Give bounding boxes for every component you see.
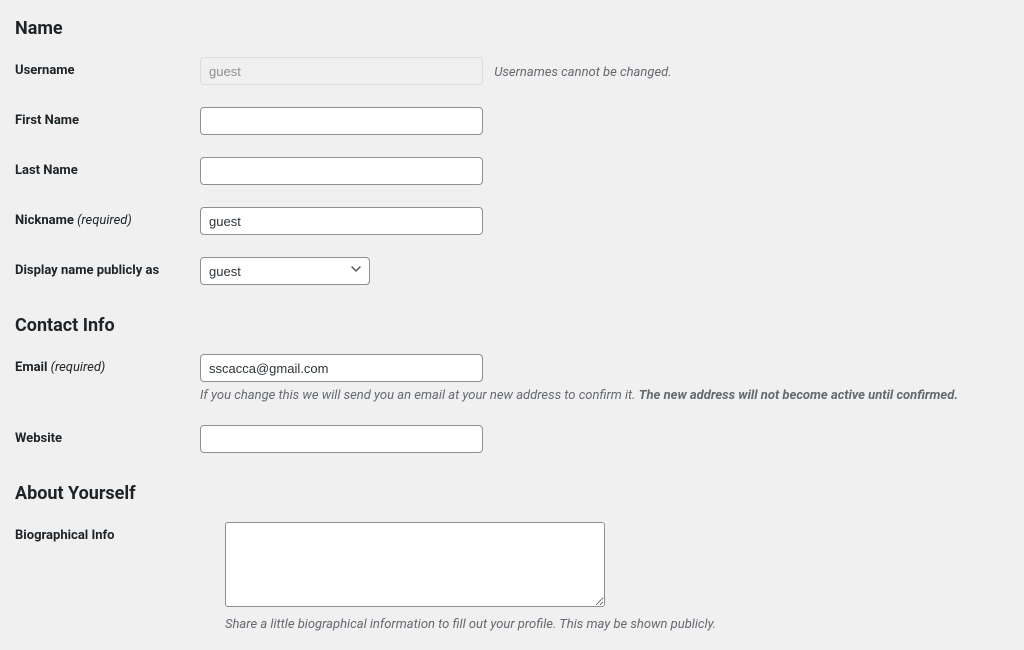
username-input [200, 57, 483, 85]
label-last-name: Last Name [15, 157, 200, 178]
row-last-name: Last Name [15, 157, 1009, 185]
display-name-select[interactable]: guest [200, 257, 370, 285]
label-nickname-text: Nickname [15, 213, 74, 228]
email-input[interactable] [200, 354, 483, 382]
email-note-b: The new address will not become active u… [639, 388, 958, 403]
label-website: Website [15, 425, 200, 446]
label-email-required: (required) [51, 360, 106, 375]
row-email: Email (required) If you change this we w… [15, 354, 1009, 403]
bio-textarea[interactable] [225, 522, 605, 607]
label-nickname: Nickname (required) [15, 207, 200, 228]
last-name-input[interactable] [200, 157, 483, 185]
email-note-a: If you change this we will send you an e… [200, 388, 639, 403]
nickname-input[interactable] [200, 207, 483, 235]
row-bio: Biographical Info Share a little biograp… [15, 522, 1009, 632]
row-display-name: Display name publicly as guest [15, 257, 1009, 285]
row-website: Website [15, 425, 1009, 453]
bio-note: Share a little biographical information … [225, 617, 1009, 632]
label-bio: Biographical Info [15, 522, 225, 543]
label-email: Email (required) [15, 354, 200, 375]
label-first-name: First Name [15, 107, 200, 128]
first-name-input[interactable] [200, 107, 483, 135]
section-heading-name: Name [15, 18, 1009, 39]
section-heading-contact: Contact Info [15, 315, 1009, 336]
row-username: Username Usernames cannot be changed. [15, 57, 1009, 85]
email-note: If you change this we will send you an e… [200, 388, 1009, 403]
label-username: Username [15, 57, 200, 78]
section-heading-about: About Yourself [15, 483, 1009, 504]
website-input[interactable] [200, 425, 483, 453]
username-note: Usernames cannot be changed. [494, 65, 671, 80]
label-nickname-required: (required) [77, 213, 132, 228]
label-email-text: Email [15, 360, 47, 375]
row-first-name: First Name [15, 107, 1009, 135]
row-nickname: Nickname (required) [15, 207, 1009, 235]
label-display-name: Display name publicly as [15, 257, 200, 278]
